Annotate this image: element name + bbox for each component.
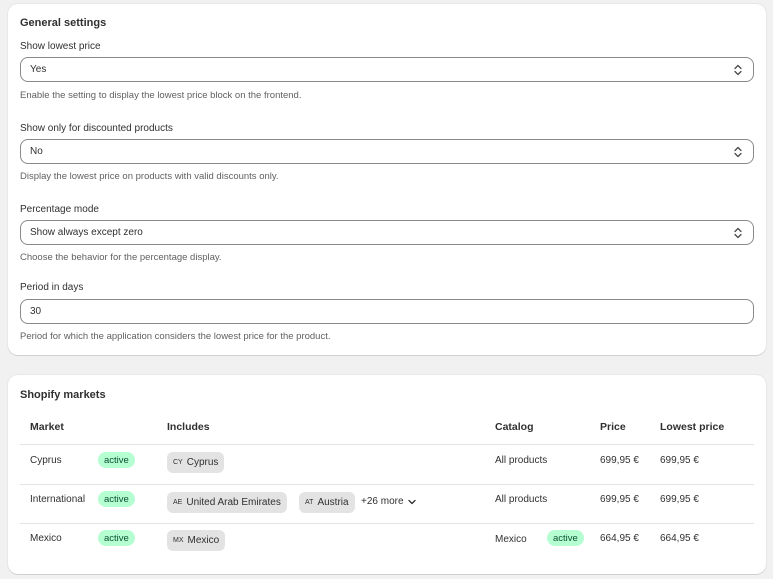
period-in-days-input[interactable]: 30	[20, 299, 754, 324]
shopify-markets-card: Shopify markets Market Includes Catalog …	[8, 375, 766, 574]
show-lowest-price-value: Yes	[30, 64, 47, 75]
percentage-mode-value: Show always except zero	[30, 227, 143, 238]
period-in-days-value: 30	[30, 306, 42, 317]
price-value: 699,95 €	[600, 494, 639, 505]
period-in-days-help: Period for which the application conside…	[20, 331, 331, 342]
catalog-name: Mexico	[495, 534, 527, 545]
show-only-discounted-help: Display the lowest price on products wit…	[20, 171, 279, 182]
column-header-catalog: Catalog	[495, 421, 534, 433]
show-only-discounted-value: No	[30, 146, 43, 157]
country-code: MX	[173, 537, 184, 544]
general-settings-title: General settings	[20, 17, 107, 29]
percentage-mode-select[interactable]: Show always except zero	[20, 220, 754, 245]
lowest-price-value: 699,95 €	[660, 455, 699, 466]
market-name: International	[30, 494, 86, 505]
table-divider	[20, 484, 754, 485]
select-chevron-icon	[734, 146, 742, 158]
show-more-countries-button[interactable]: +26 more	[361, 496, 416, 507]
status-badge: active	[98, 530, 135, 546]
price-value: 699,95 €	[600, 455, 639, 466]
show-only-discounted-label: Show only for discounted products	[20, 123, 173, 134]
country-name: Mexico	[187, 535, 220, 546]
catalog-name: All products	[495, 455, 548, 466]
country-tag: AT Austria	[299, 492, 355, 513]
chevron-down-icon	[407, 499, 416, 504]
column-header-includes: Includes	[167, 421, 210, 433]
catalog-name: All products	[495, 494, 548, 505]
percentage-mode-label: Percentage mode	[20, 204, 99, 215]
price-value: 664,95 €	[600, 533, 639, 544]
market-name: Mexico	[30, 533, 62, 544]
catalog-status-badge: active	[547, 530, 584, 546]
column-header-lowest-price: Lowest price	[660, 421, 725, 433]
column-header-market: Market	[30, 421, 64, 433]
show-lowest-price-help: Enable the setting to display the lowest…	[20, 90, 302, 101]
period-in-days-label: Period in days	[20, 282, 84, 293]
table-divider	[20, 444, 754, 445]
country-name: United Arab Emirates	[186, 497, 281, 508]
lowest-price-value: 699,95 €	[660, 494, 699, 505]
shopify-markets-title: Shopify markets	[20, 389, 106, 401]
show-lowest-price-label: Show lowest price	[20, 41, 101, 52]
general-settings-card: General settings Show lowest price Yes E…	[8, 4, 766, 355]
country-tag: MX Mexico	[167, 530, 226, 551]
lowest-price-value: 664,95 €	[660, 533, 699, 544]
country-code: AT	[305, 499, 314, 506]
percentage-mode-help: Choose the behavior for the percentage d…	[20, 252, 222, 263]
country-code: CY	[173, 459, 183, 466]
show-only-discounted-select[interactable]: No	[20, 139, 754, 164]
show-lowest-price-select[interactable]: Yes	[20, 57, 754, 82]
column-header-price: Price	[600, 421, 626, 433]
country-tag: CY Cyprus	[167, 452, 225, 473]
country-name: Austria	[317, 497, 349, 508]
select-chevron-icon	[734, 64, 742, 76]
market-name: Cyprus	[30, 455, 62, 466]
select-chevron-icon	[734, 227, 742, 239]
country-tag: AE United Arab Emirates	[167, 492, 287, 513]
country-code: AE	[173, 499, 183, 506]
status-badge: active	[98, 452, 135, 468]
show-more-label: +26 more	[361, 496, 404, 507]
country-name: Cyprus	[186, 457, 219, 468]
table-divider	[20, 523, 754, 524]
status-badge: active	[98, 491, 135, 507]
